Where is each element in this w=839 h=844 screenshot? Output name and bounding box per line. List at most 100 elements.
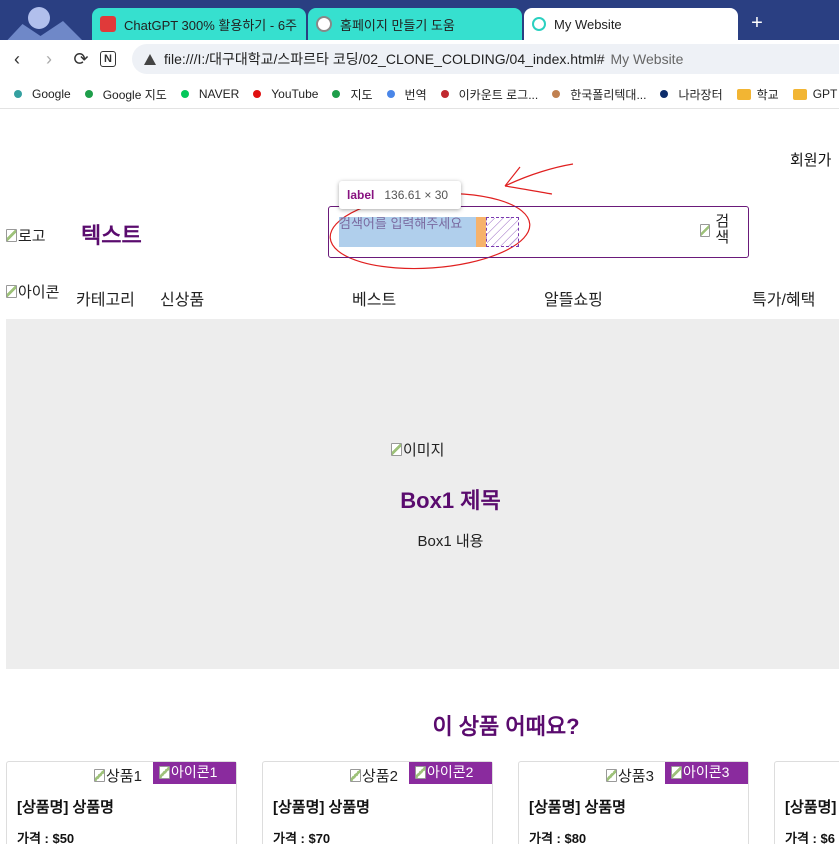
bookmark-google-maps[interactable]: Google 지도 [84, 86, 167, 103]
devtools-margin-highlight [476, 217, 486, 247]
product-price: 가격 : $70 [273, 831, 331, 844]
badge-alt: 아이콘3 [683, 764, 730, 780]
product-card[interactable]: [상품명] 상품명 가격 : $6 [774, 761, 839, 844]
hero-image: 이미지 [391, 439, 444, 461]
tab-homepage-help[interactable]: 홈페이지 만들기 도움 [308, 8, 522, 40]
product-name: [상품명] 상품명 [273, 799, 370, 816]
bookmark-label: 이카운트 로그... [458, 87, 539, 102]
search-label[interactable]: 검색어를 입력해주세요 [339, 217, 476, 247]
product-image-alt: 상품1 [106, 768, 142, 785]
maps-icon [84, 90, 93, 98]
tab-title: 홈페이지 만들기 도움 [340, 17, 455, 33]
search-button[interactable]: 검색 [700, 214, 734, 246]
nav-icon-image: 아이콘 [6, 281, 59, 303]
logo-text[interactable]: 텍스트 [81, 218, 142, 250]
bookmark-translate[interactable]: 번역 [386, 86, 427, 103]
nav-special[interactable]: 특가/혜택 [752, 286, 815, 310]
logo-alt-text: 로고 [18, 228, 46, 245]
broken-image-icon [350, 769, 361, 782]
tab-my-website[interactable]: My Website [524, 8, 738, 40]
product-name: [상품명] 상품명 [17, 799, 114, 816]
back-button[interactable]: ‹ [6, 48, 28, 70]
url-text: file:///I:/대구대학교/스파르타 코딩/02_CLONE_COLDIN… [164, 51, 605, 67]
folder-icon [792, 88, 807, 100]
maps-icon [332, 90, 341, 98]
bookmark-label: 번역 [404, 87, 427, 102]
broken-image-icon [391, 443, 402, 456]
product-card[interactable]: 상품2 아이콘2 [상품명] 상품명 가격 : $70 [262, 761, 493, 844]
tooltip-size: 136.61 × 30 [384, 188, 449, 202]
product-image-alt: 상품2 [362, 768, 398, 785]
nav-best[interactable]: 베스트 [352, 286, 396, 310]
bookmark-label: GPT [812, 87, 838, 101]
extension-icon[interactable]: N [100, 51, 116, 67]
youtube-icon [253, 90, 262, 98]
moon-icon [28, 7, 50, 29]
broken-image-icon [6, 229, 17, 242]
badge-alt: 아이콘2 [427, 764, 474, 780]
product-card[interactable]: 상품3 아이콘3 [상품명] 상품명 가격 : $80 [518, 761, 749, 844]
broken-image-icon [159, 765, 170, 779]
bookmark-label: 지도 [350, 87, 373, 102]
badge-alt: 아이콘1 [171, 764, 218, 780]
hero-body: Box1 내용 [417, 533, 484, 550]
bookmark-ecount[interactable]: 이카운트 로그... [440, 86, 539, 103]
product-image-alt: 상품3 [618, 768, 654, 785]
nav-saving[interactable]: 알뜰쇼핑 [544, 286, 603, 310]
broken-image-icon [606, 769, 617, 782]
page-title-in-omnibox: My Website [610, 51, 684, 67]
product-name: [상품명] 상품명 [785, 799, 839, 816]
product-price: 가격 : $80 [529, 831, 587, 844]
address-bar[interactable]: file:///I:/대구대학교/스파르타 코딩/02_CLONE_COLDIN… [132, 44, 839, 74]
broken-image-icon [6, 285, 17, 298]
broken-image-icon [415, 765, 426, 779]
devtools-padding-highlight [486, 217, 519, 247]
folder-icon [736, 88, 751, 100]
broken-image-icon [700, 223, 710, 237]
page-icon [532, 17, 546, 31]
product-card[interactable]: 상품1 아이콘1 [상품명] 상품명 가격 : $50 [6, 761, 237, 844]
bookmark-label: 나라장터 [678, 87, 723, 102]
translate-icon [386, 90, 395, 98]
hero-image-alt-text: 이미지 [403, 442, 445, 459]
bookmarks-bar: Google Google 지도 NAVER YouTube 지도 번역 이카운… [0, 80, 839, 109]
polytech-icon [552, 90, 561, 98]
bookmark-polytech[interactable]: 한국폴리텍대... [552, 86, 646, 103]
chatgpt-icon [316, 16, 332, 32]
tab-chatgpt-course[interactable]: ChatGPT 300% 활용하기 - 6주 [92, 8, 306, 40]
naver-icon [180, 90, 189, 98]
google-icon [14, 90, 22, 98]
logo-image: 로고 [6, 225, 46, 247]
bookmark-google[interactable]: Google [14, 87, 71, 101]
product-price: 가격 : $6 [785, 831, 835, 844]
bookmark-folder-gpt[interactable]: GPT [792, 87, 838, 101]
tooltip-tag: label [347, 188, 375, 202]
product-name: [상품명] 상품명 [529, 799, 626, 816]
page-viewport: 회원가 로고 텍스트 검색어를 입력해주세요 label 136.61 × 30… [0, 109, 839, 844]
nav-category[interactable]: 카테고리 [76, 286, 135, 310]
bookmark-label: Google 지도 [102, 87, 167, 102]
bookmark-naver[interactable]: NAVER [180, 87, 240, 101]
nav-icon-alt-text: 아이콘 [18, 284, 60, 301]
reload-button[interactable]: ⟳ [70, 48, 92, 70]
tab-title: ChatGPT 300% 활용하기 - 6주 [124, 17, 298, 33]
product-badge: 아이콘3 [665, 762, 748, 784]
search-alt-text: 검색 [715, 213, 730, 246]
bookmark-maps[interactable]: 지도 [332, 86, 373, 103]
bookmark-label: 한국폴리텍대... [570, 87, 647, 102]
warning-icon [144, 53, 156, 65]
narajangteo-icon [660, 90, 669, 98]
ecount-icon [440, 90, 449, 98]
bookmark-label: NAVER [198, 87, 240, 101]
new-tab-button[interactable]: + [746, 12, 768, 34]
hero-title: Box1 제목 [400, 488, 501, 513]
bookmark-label: 학교 [756, 87, 779, 102]
forward-button[interactable]: › [38, 48, 60, 70]
product-image: 상품3 [606, 765, 654, 786]
product-image: 상품1 [94, 765, 142, 786]
nav-new[interactable]: 신상품 [160, 286, 204, 310]
bookmark-folder-school[interactable]: 학교 [736, 86, 779, 103]
bookmark-label: YouTube [271, 87, 319, 101]
bookmark-narajangteo[interactable]: 나라장터 [660, 86, 723, 103]
bookmark-youtube[interactable]: YouTube [253, 87, 318, 101]
